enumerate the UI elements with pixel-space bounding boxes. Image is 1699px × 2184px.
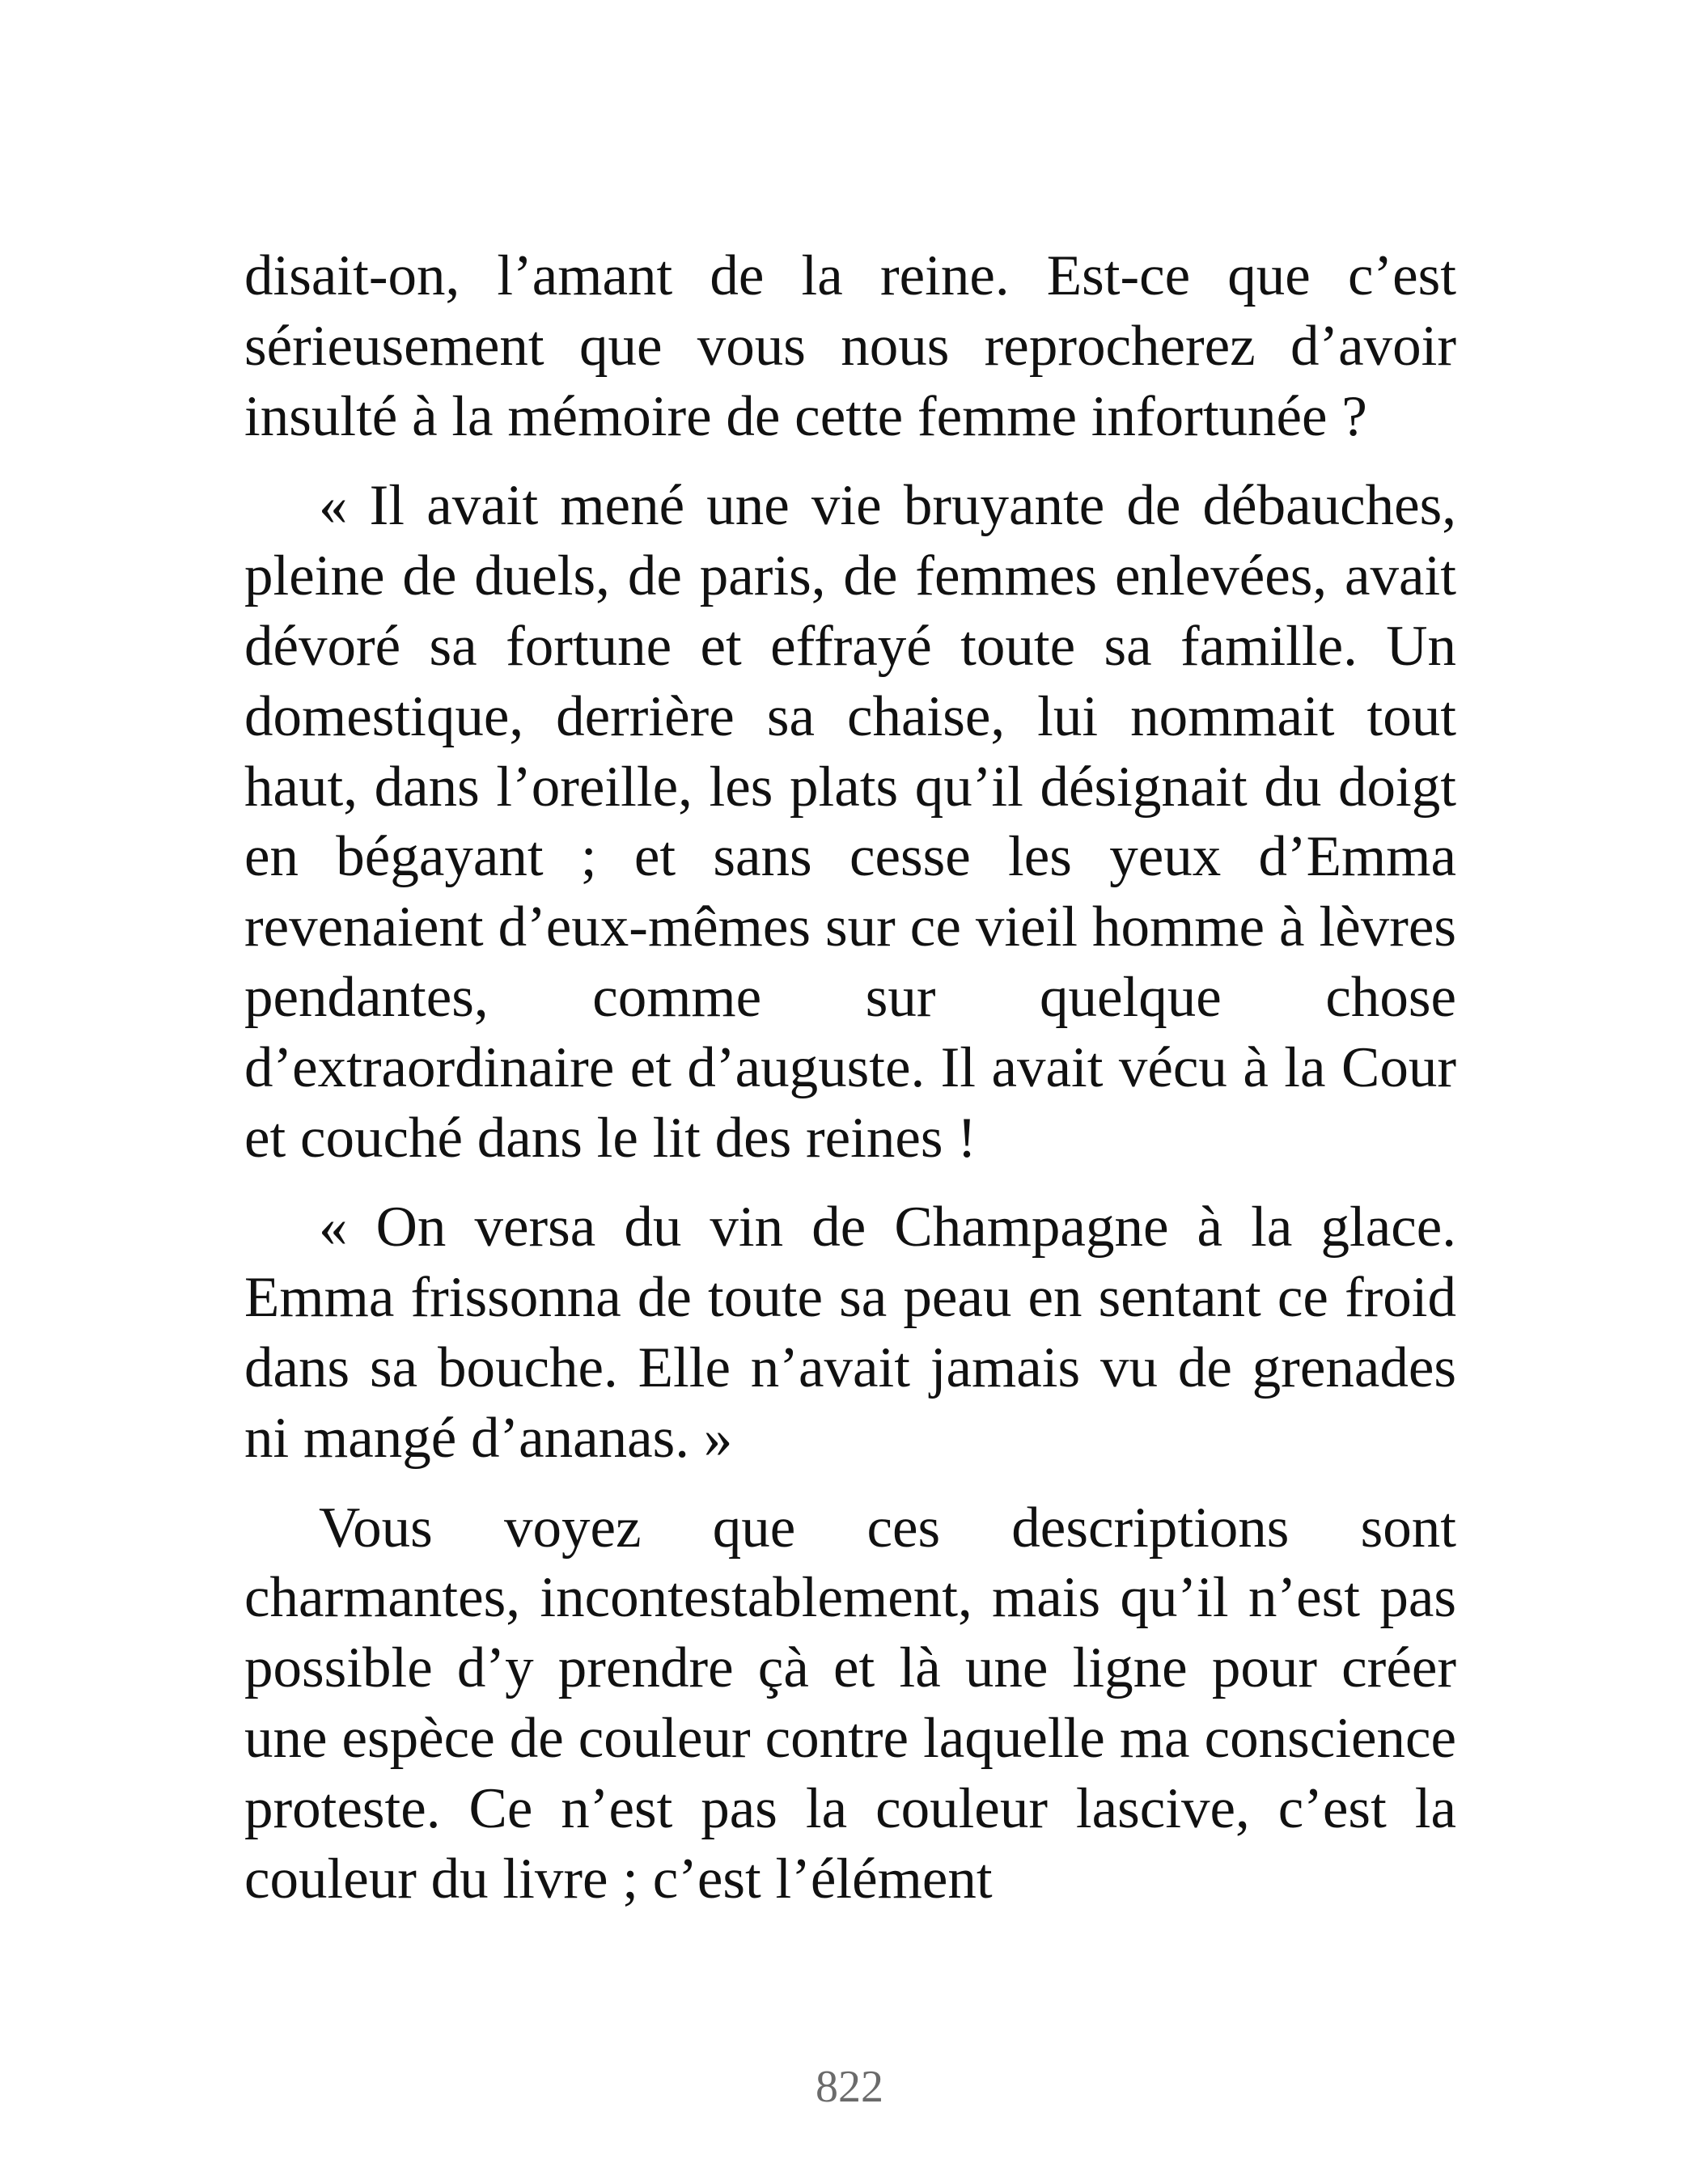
paragraph-descriptions: Vous voyez que ces descriptions sont cha…: [244, 1496, 1456, 1911]
paragraph-quote-debauches: « Il avait mené une vie bruyante de déba…: [244, 474, 1456, 1170]
paragraph-continuation: disait-on, l’amant de la reine. Est-ce q…: [244, 244, 1456, 448]
paragraph-quote-champagne: « On versa du vin de Champagne à la glac…: [244, 1196, 1456, 1470]
document-page: disait-on, l’amant de la reine. Est-ce q…: [0, 0, 1699, 2184]
page-number: 822: [816, 2062, 883, 2112]
body-text: disait-on, l’amant de la reine. Est-ce q…: [244, 241, 1456, 1933]
